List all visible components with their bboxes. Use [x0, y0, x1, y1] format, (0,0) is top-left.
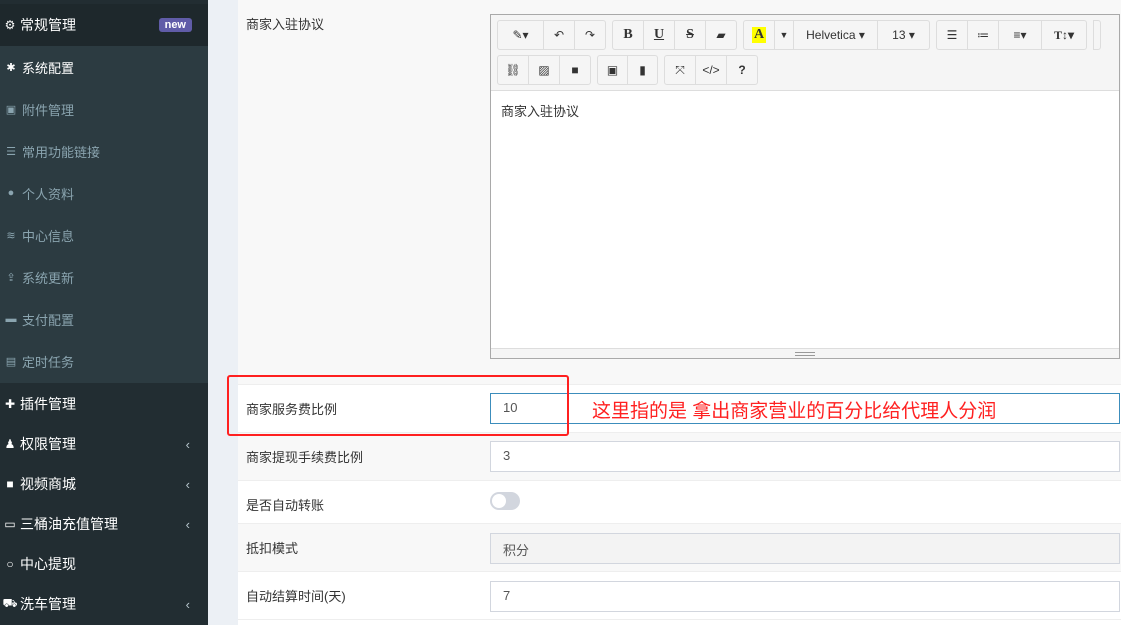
plus-icon: ✚: [4, 397, 16, 411]
color-dropdown-icon[interactable]: ▼: [774, 20, 794, 50]
font-family-select[interactable]: Helvetica ▾: [793, 20, 878, 50]
deduct-mode-field[interactable]: 积分: [490, 533, 1120, 564]
undo-icon[interactable]: ↶: [543, 20, 575, 50]
fullscreen-icon[interactable]: ⤧: [664, 55, 696, 85]
credit-card-icon: ▭: [4, 517, 16, 531]
sidebar-item-label: 洗车管理: [20, 596, 76, 612]
unordered-list-icon[interactable]: ☰: [936, 20, 968, 50]
video-icon[interactable]: ■: [559, 55, 591, 85]
sidebar-subitem[interactable]: ▣ 附件管理: [0, 88, 208, 130]
sidebar-item-label: 三桶油充值管理: [20, 516, 118, 532]
cogs-icon: ⚙: [4, 18, 16, 32]
user-icon: ●: [7, 187, 15, 199]
list-icon: ☰: [6, 145, 16, 158]
sidebar-item-label: 权限管理: [20, 436, 76, 452]
ordered-list-icon[interactable]: ≔: [967, 20, 999, 50]
sidebar-subitem-label: 系统更新: [22, 270, 75, 286]
form-row-agreement: 商家入驻协议 ✎▾ ↶ ↷ B U S ▰ A ▼ Helvetica ▾ 13 ▾ ☰ ≔ ≡▾ T…: [238, 0, 1121, 385]
sidebar: ⚙ 常规管理 new ✱ 系统配置 ▣ 附件管理 ☰ 常用功能链接 ● 个人资料 ≋ 中心信息 ⇪ 系…: [0, 0, 208, 625]
rich-text-editor: ✎▾ ↶ ↷ B U S ▰ A ▼ Helvetica ▾ 13 ▾ ☰ ≔ ≡▾ T↕▾ ⛓ ▨ ■ …: [490, 14, 1120, 359]
database-icon: ≋: [6, 229, 16, 242]
sidebar-item[interactable]: ✚ 插件管理: [0, 383, 208, 425]
sidebar-subitem-label: 系统配置: [22, 60, 75, 76]
font-size-select[interactable]: 13 ▾: [877, 20, 930, 50]
settle-days-input[interactable]: 7: [490, 581, 1120, 612]
sidebar-subitem[interactable]: ● 个人资料: [0, 172, 208, 214]
align-icon[interactable]: ≡▾: [998, 20, 1042, 50]
upload-icon: ⇪: [6, 271, 16, 284]
line-height-icon[interactable]: T↕▾: [1041, 20, 1087, 50]
form-row-deduct-mode: 抵扣模式 积分: [238, 524, 1121, 572]
redo-icon[interactable]: ↷: [574, 20, 606, 50]
magic-wand-icon[interactable]: ✎▾: [497, 20, 544, 50]
car-icon: ⛟: [2, 596, 18, 610]
bold-icon[interactable]: B: [612, 20, 644, 50]
chevron-left-icon: ‹: [185, 596, 190, 612]
settings-form: 商家入驻协议 ✎▾ ↶ ↷ B U S ▰ A ▼ Helvetica ▾ 13 ▾ ☰ ≔ ≡▾ T…: [238, 0, 1121, 625]
chevron-left-icon: ‹: [185, 476, 190, 492]
editor-toolbar: ✎▾ ↶ ↷ B U S ▰ A ▼ Helvetica ▾ 13 ▾ ☰ ≔ ≡▾ T↕▾ ⛓ ▨ ■ …: [491, 15, 1119, 91]
image-file-icon: ▣: [5, 103, 17, 116]
gear-icon: ✱: [6, 61, 16, 74]
sidebar-item[interactable]: ⛟ 洗车管理 ‹: [0, 583, 208, 625]
code-view-icon[interactable]: </>: [695, 55, 727, 85]
sidebar-item-label: 中心提现: [20, 556, 76, 572]
sidebar-subitem-label: 定时任务: [22, 354, 75, 370]
auto-transfer-toggle[interactable]: [490, 492, 520, 510]
sidebar-subitem[interactable]: ☰ 常用功能链接: [0, 130, 208, 172]
eraser-icon[interactable]: ▰: [705, 20, 737, 50]
submenu: ✱ 系统配置 ▣ 附件管理 ☰ 常用功能链接 ● 个人资料 ≋ 中心信息 ⇪ 系统更新 ▬ 支付配置 ▤ 定时…: [0, 46, 208, 383]
link-icon[interactable]: ⛓: [497, 55, 529, 85]
file-icon[interactable]: ▮: [627, 55, 658, 85]
sidebar-item[interactable]: ♟ 权限管理 ‹: [0, 423, 208, 465]
sidebar-subitem[interactable]: ⇪ 系统更新: [0, 256, 208, 298]
paypal-icon: ▬: [5, 313, 17, 325]
form-row-auto-transfer: 是否自动转账: [238, 481, 1121, 524]
form-row-settle-days: 自动结算时间(天) 7: [238, 572, 1121, 620]
picture-icon[interactable]: ▨: [528, 55, 560, 85]
form-row-withdraw-fee: 商家提现手续费比例 3: [238, 433, 1121, 481]
sidebar-subitem[interactable]: ▤ 定时任务: [0, 340, 208, 382]
sidebar-subitem[interactable]: ✱ 系统配置: [0, 46, 208, 88]
users-icon: ♟: [4, 437, 16, 451]
sidebar-subitem-label: 常用功能链接: [22, 144, 101, 160]
help-icon[interactable]: ?: [726, 55, 758, 85]
sidebar-subitem-label: 个人资料: [22, 186, 75, 202]
strikethrough-icon[interactable]: S: [674, 20, 706, 50]
circle-icon: ○: [6, 557, 14, 571]
sidebar-subitem-label: 中心信息: [22, 228, 75, 244]
sidebar-item[interactable]: ▭ 三桶油充值管理 ‹: [0, 503, 208, 545]
sidebar-subitem-label: 支付配置: [22, 312, 75, 328]
editor-resize-handle[interactable]: [491, 348, 1119, 358]
sidebar-item[interactable]: ■ 视频商城 ‹: [0, 463, 208, 505]
tasks-icon: ▤: [5, 355, 17, 368]
sidebar-subitem-label: 附件管理: [22, 102, 75, 118]
image-file-icon[interactable]: ▣: [597, 55, 628, 85]
table-icon[interactable]: [1093, 20, 1101, 50]
sidebar-item-label: 插件管理: [20, 396, 76, 412]
chevron-left-icon: ‹: [185, 516, 190, 532]
annotation-text: 这里指的是 拿出商家营业的百分比给代理人分润: [592, 401, 997, 422]
annotation-highlight-box: [227, 375, 569, 436]
underline-icon[interactable]: U: [643, 20, 675, 50]
sidebar-item-label: 视频商城: [20, 476, 76, 492]
editor-content[interactable]: 商家入驻协议: [491, 91, 1119, 349]
sidebar-item-general[interactable]: ⚙ 常规管理 new: [0, 4, 208, 46]
sidebar-subitem[interactable]: ≋ 中心信息: [0, 214, 208, 256]
chevron-left-icon: ‹: [185, 436, 190, 452]
new-badge: new: [158, 18, 192, 32]
video-icon: ■: [6, 477, 14, 491]
withdraw-fee-input[interactable]: 3: [490, 441, 1120, 472]
sidebar-item[interactable]: ○ 中心提现: [0, 543, 208, 585]
text-color-icon[interactable]: A: [743, 20, 775, 50]
sidebar-subitem[interactable]: ▬ 支付配置: [0, 298, 208, 340]
